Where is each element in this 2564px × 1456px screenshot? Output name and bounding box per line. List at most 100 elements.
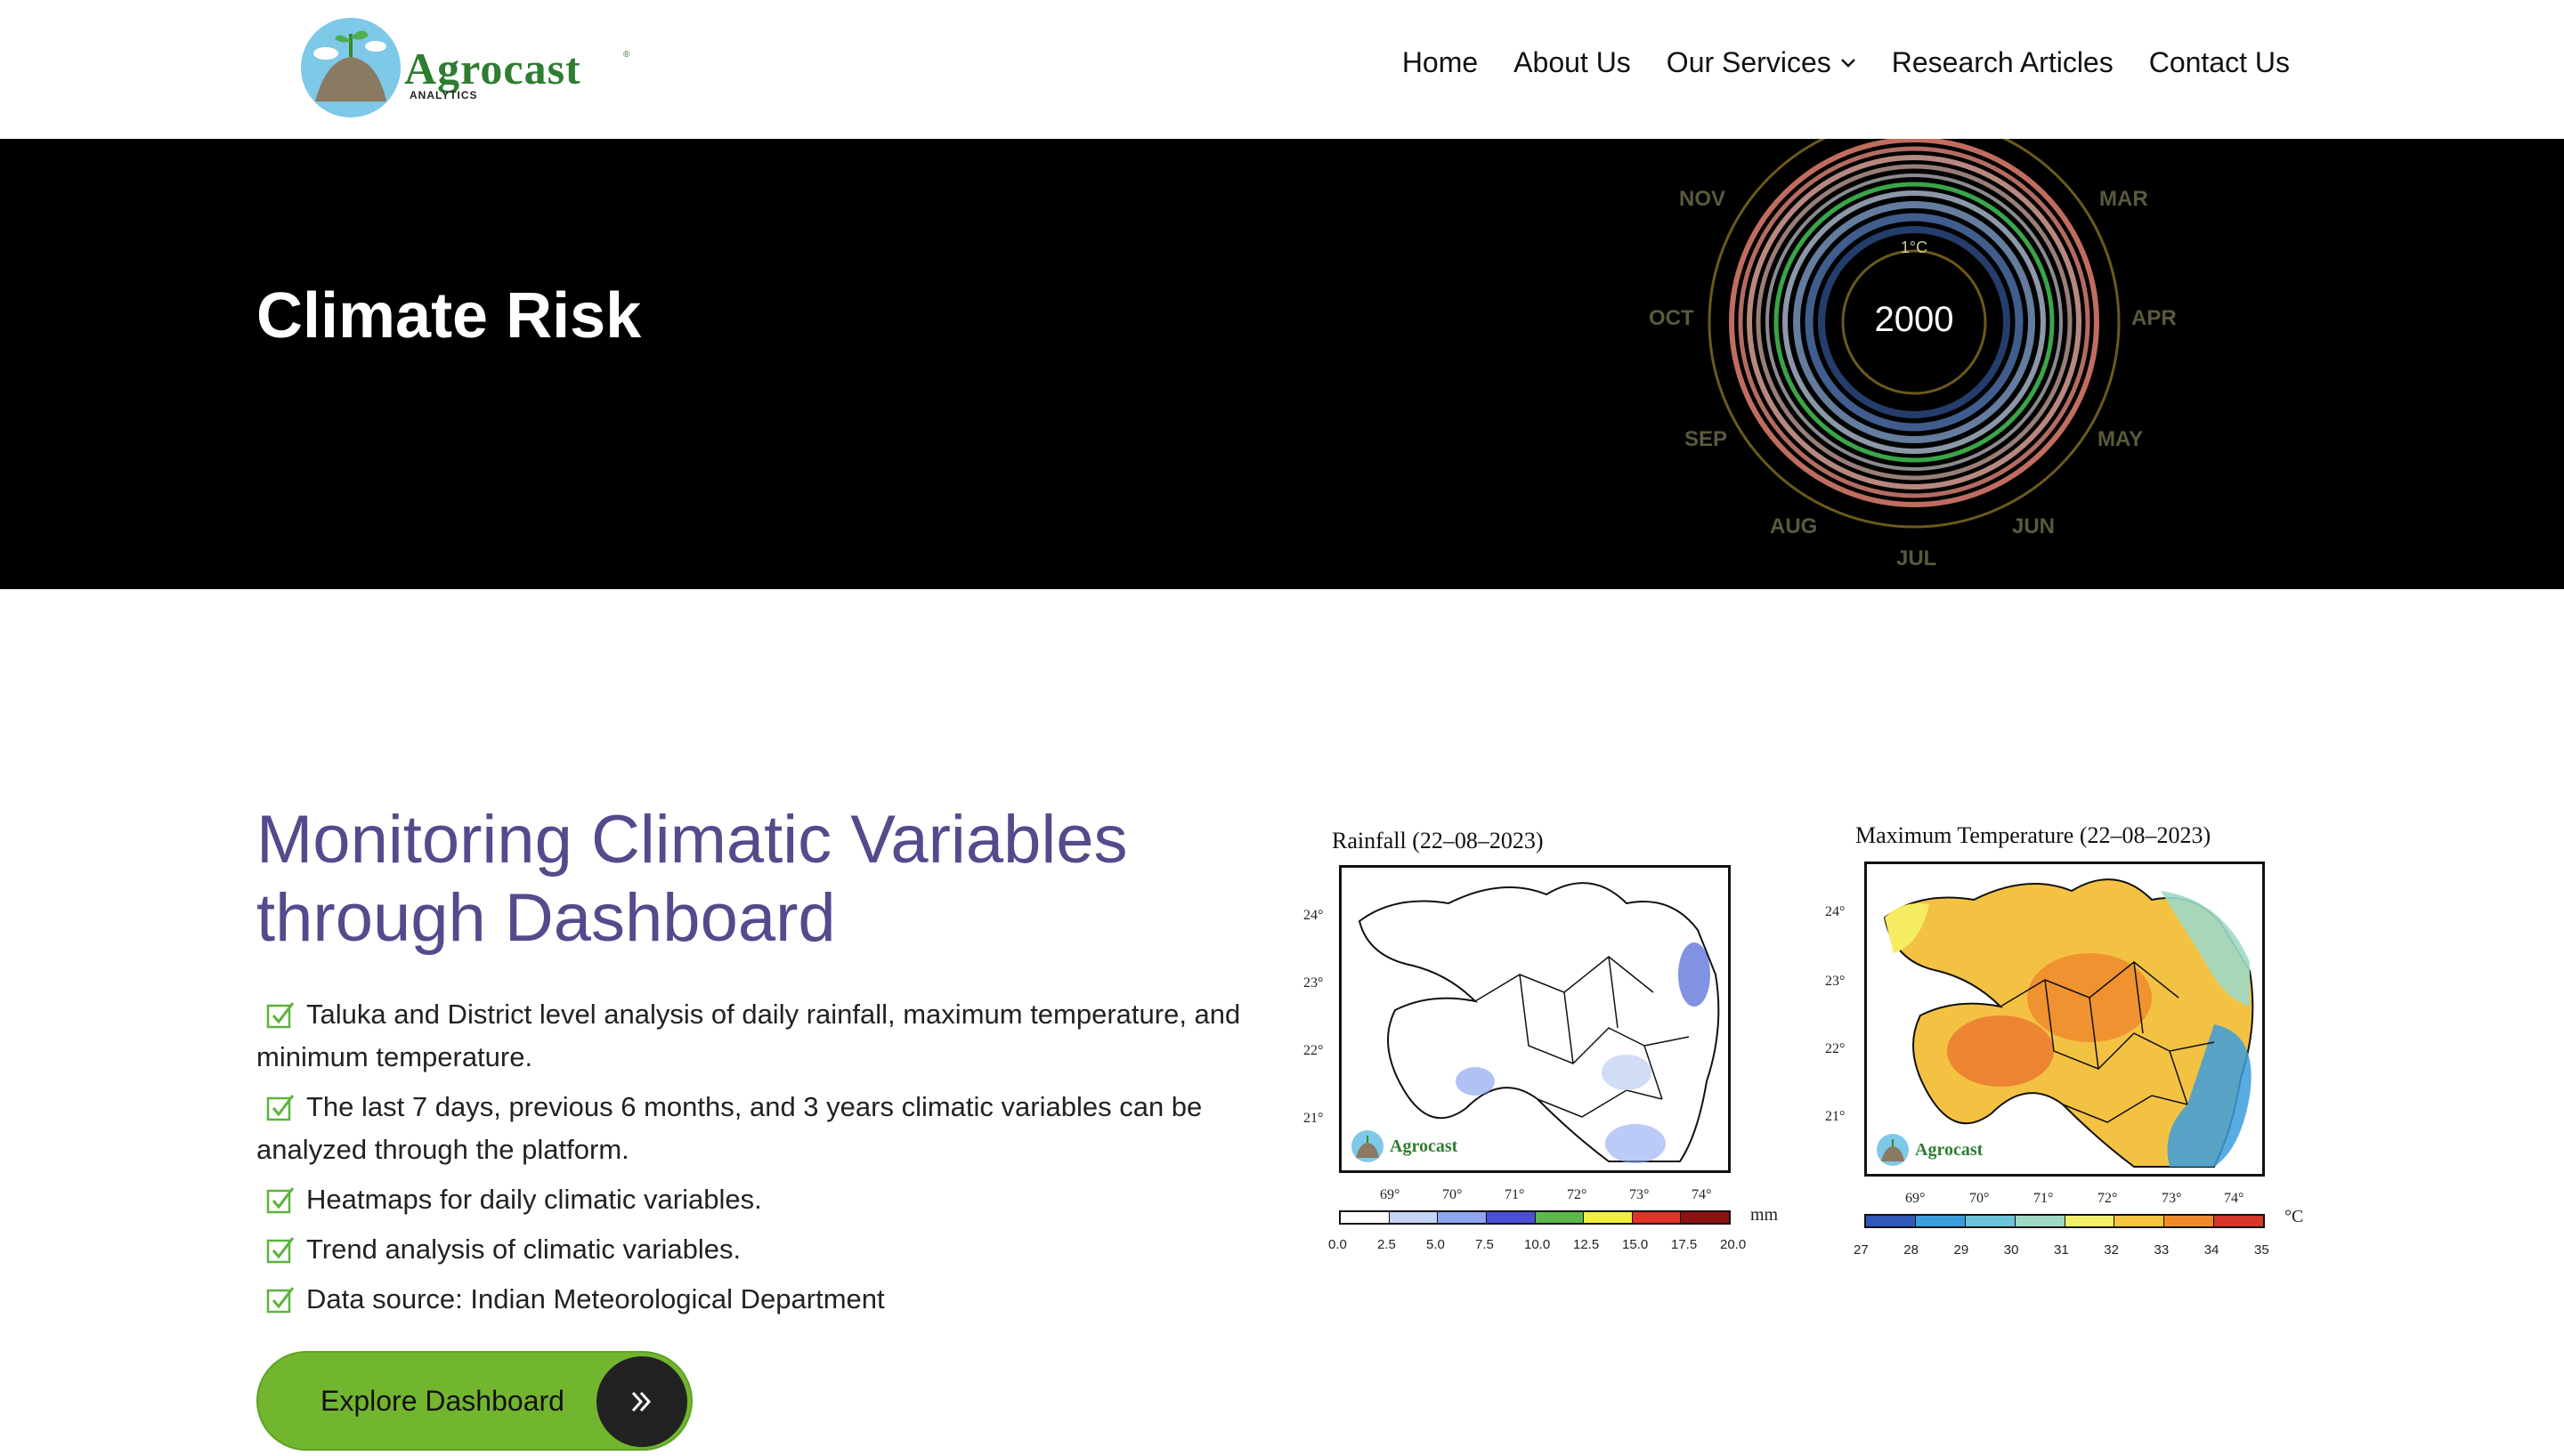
explore-dashboard-label: Explore Dashboard — [320, 1384, 564, 1417]
nav-contact-us[interactable]: Contact Us — [2149, 46, 2290, 79]
lon-tick: 74° — [2224, 1191, 2244, 1206]
colorbar-segment — [2214, 1216, 2263, 1226]
rainfall-map-frame: Agrocast — [1339, 865, 1731, 1173]
feature-item: Taluka and District level analysis of da… — [256, 999, 1241, 1072]
colorbar-segment — [1486, 1212, 1536, 1223]
colorbar-tick: 34 — [2203, 1242, 2219, 1258]
max-temperature-unit: °C — [2284, 1207, 2304, 1226]
max-temperature-map-panel: Maximum Temperature (22–08–2023) Agrocas… — [1825, 805, 2315, 1276]
feature-item: Trend analysis of climatic variables. — [256, 1228, 1271, 1271]
colorbar-segment — [1915, 1216, 1966, 1226]
colorbar-tick: 15.0 — [1622, 1237, 1649, 1252]
colorbar-segment — [1389, 1212, 1439, 1223]
colorbar-segment — [1438, 1212, 1487, 1223]
brand-name: Agrocast — [404, 44, 581, 93]
rainfall-colorbar-ticks: 0.0 2.5 5.0 7.5 10.0 12.5 15.0 17.5 20.0 — [1327, 1237, 1747, 1255]
colorbar-tick: 28 — [1903, 1242, 1919, 1258]
feature-item: Heatmaps for daily climatic variables. — [256, 1178, 1271, 1221]
max-temperature-map-title: Maximum Temperature (22–08–2023) — [1855, 822, 2211, 848]
lat-tick: 22° — [1825, 1041, 1846, 1056]
lon-tick: 69° — [1380, 1187, 1400, 1202]
lat-tick: 23° — [1303, 975, 1324, 991]
colorbar-tick: 30 — [2003, 1242, 2019, 1258]
colorbar-tick: 5.0 — [1426, 1237, 1445, 1252]
colorbar-segment — [1341, 1212, 1390, 1223]
lon-tick: 69° — [1905, 1191, 1926, 1206]
colorbar-segment — [1965, 1216, 2016, 1226]
page-title: Climate Risk — [256, 280, 642, 352]
rainfall-map-image — [1358, 882, 1720, 1163]
colorbar-segment — [2065, 1216, 2115, 1226]
logo-globe-icon — [1351, 1130, 1383, 1162]
colorbar-segment — [1632, 1212, 1682, 1223]
feature-list: Taluka and District level analysis of da… — [256, 993, 1271, 1328]
spiral-month-label: NOV — [1679, 187, 1726, 211]
lon-tick: 74° — [1692, 1187, 1712, 1202]
lon-tick: 72° — [1567, 1187, 1587, 1202]
lon-tick: 70° — [1969, 1191, 1990, 1206]
colorbar-tick: 35 — [2254, 1242, 2269, 1258]
colorbar-tick: 0.0 — [1328, 1237, 1347, 1252]
colorbar-tick: 12.5 — [1573, 1237, 1600, 1252]
section-title: Monitoring Climatic Variables through Da… — [256, 802, 1128, 956]
spiral-month-label: JUL — [1896, 546, 1937, 570]
colorbar-tick: 27 — [1854, 1242, 1869, 1258]
nav-about-us[interactable]: About Us — [1513, 46, 1631, 79]
colorbar-segment — [1866, 1216, 1916, 1226]
spiral-month-label: OCT — [1649, 306, 1694, 330]
checkbox-icon — [266, 1237, 295, 1264]
brand-subtitle: ANALYTICS — [410, 89, 478, 101]
lon-tick: 73° — [1629, 1187, 1650, 1202]
colorbar-tick: 29 — [1953, 1242, 1969, 1258]
lat-tick: 21° — [1825, 1109, 1846, 1124]
colorbar-tick: 33 — [2154, 1242, 2170, 1258]
colorbar-tick: 20.0 — [1720, 1237, 1747, 1252]
lat-tick: 24° — [1825, 904, 1846, 919]
colorbar-tick: 32 — [2104, 1242, 2119, 1258]
colorbar-tick: 31 — [2054, 1242, 2069, 1258]
logo-globe-icon — [301, 18, 401, 117]
spiral-month-label: AUG — [1770, 514, 1818, 538]
colorbar-segment — [1681, 1212, 1729, 1223]
main-nav: Home About Us Our Services Research Arti… — [1402, 46, 2290, 79]
max-temperature-map-frame: Agrocast — [1864, 861, 2265, 1177]
explore-dashboard-button[interactable]: Explore Dashboard — [256, 1351, 693, 1451]
colorbar-segment — [2164, 1216, 2215, 1226]
spiral-month-label: MAR — [2099, 187, 2148, 211]
hero-banner: Climate Risk 2000 1°C NOV MAR OCT APR SE… — [0, 139, 2564, 589]
spiral-month-label: MAY — [2097, 427, 2144, 451]
colorbar-segment — [2114, 1216, 2165, 1226]
nav-research-articles[interactable]: Research Articles — [1892, 46, 2114, 79]
lat-tick: 21° — [1303, 1111, 1324, 1126]
colorbar-tick: 10.0 — [1524, 1237, 1551, 1252]
max-temperature-colorbar-ticks: 27 28 29 30 31 32 33 34 35 — [1854, 1242, 2276, 1260]
colorbar-tick: 7.5 — [1475, 1237, 1494, 1252]
checkbox-icon — [266, 1287, 295, 1314]
lon-tick: 73° — [2162, 1191, 2182, 1206]
site-header: Agrocast ANALYTICS ® Home About Us Our S… — [0, 0, 2564, 139]
spiral-month-label: SEP — [1684, 427, 1728, 451]
colorbar-segment — [1584, 1212, 1633, 1223]
chevron-down-icon — [1840, 58, 1855, 68]
checkbox-icon — [266, 1095, 295, 1121]
spiral-ring-label: 1°C — [1901, 239, 1927, 256]
lon-tick: 70° — [1442, 1187, 1463, 1202]
lat-tick: 22° — [1303, 1043, 1324, 1058]
double-chevron-right-icon — [631, 1391, 652, 1412]
rainfall-colorbar — [1339, 1210, 1731, 1225]
rainfall-unit: mm — [1750, 1205, 1779, 1225]
nav-home[interactable]: Home — [1402, 46, 1478, 79]
lon-tick: 71° — [2033, 1191, 2054, 1206]
rainfall-map-panel: Rainfall (22–08–2023) Agrocast 24° 23° 2… — [1300, 805, 1789, 1276]
max-temperature-colorbar — [1864, 1214, 2265, 1228]
brand-logo[interactable]: Agrocast ANALYTICS ® — [299, 16, 637, 119]
colorbar-segment — [2015, 1216, 2065, 1226]
map-logo: Agrocast — [1351, 1129, 1457, 1163]
logo-globe-icon — [1877, 1134, 1909, 1166]
checkbox-icon — [266, 1187, 295, 1214]
nav-our-services[interactable]: Our Services — [1667, 46, 1856, 79]
checkbox-icon — [266, 1002, 295, 1029]
lat-tick: 23° — [1825, 974, 1846, 989]
brand-registered-mark: ® — [623, 50, 630, 60]
climate-spiral-graphic: 2000 1°C NOV MAR OCT APR SEP MAY AUG JUN… — [1602, 139, 2226, 589]
